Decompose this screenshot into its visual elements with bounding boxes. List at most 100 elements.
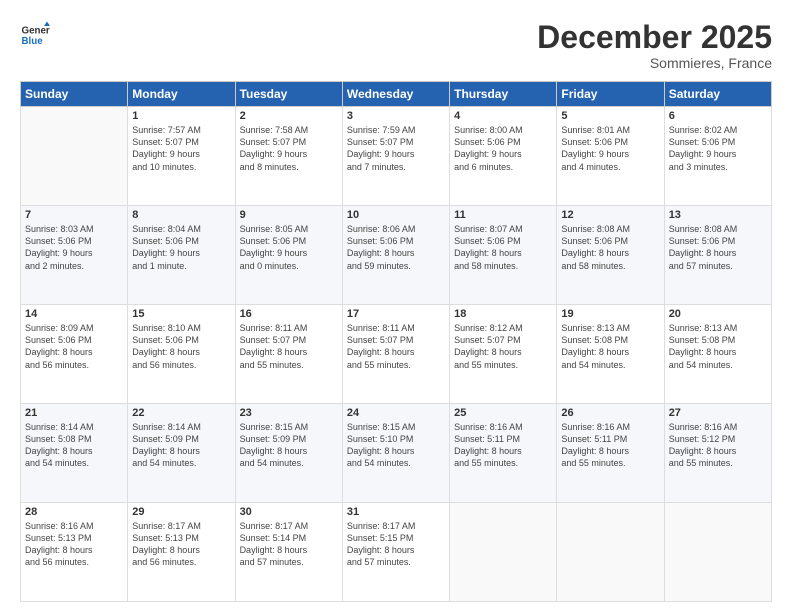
day-info: Sunrise: 8:16 AM Sunset: 5:12 PM Dayligh… — [669, 421, 767, 470]
header-friday: Friday — [557, 82, 664, 107]
day-number: 19 — [561, 308, 659, 320]
day-info: Sunrise: 8:13 AM Sunset: 5:08 PM Dayligh… — [669, 322, 767, 371]
table-row: 2Sunrise: 7:58 AM Sunset: 5:07 PM Daylig… — [235, 107, 342, 206]
day-info: Sunrise: 8:15 AM Sunset: 5:09 PM Dayligh… — [240, 421, 338, 470]
day-info: Sunrise: 8:00 AM Sunset: 5:06 PM Dayligh… — [454, 124, 552, 173]
header-monday: Monday — [128, 82, 235, 107]
calendar-week-3: 14 Sunrise: 8:09 AM Sunset: 5:06 PM Dayli… — [21, 305, 772, 404]
header-wednesday: Wednesday — [342, 82, 449, 107]
day-number: 11 — [454, 209, 552, 221]
table-row: 4 Sunrise: 8:00 AM Sunset: 5:06 PM Daylig… — [450, 107, 557, 206]
table-row: 5 Sunrise: 8:01 AM Sunset: 5:06 PM Daylig… — [557, 107, 664, 206]
table-row: 23 Sunrise: 8:15 AM Sunset: 5:09 PM Dayli… — [235, 404, 342, 503]
day-number: 22 — [132, 407, 230, 419]
table-row: 27 Sunrise: 8:16 AM Sunset: 5:12 PM Dayli… — [664, 404, 771, 503]
table-row: 3Sunrise: 7:59 AM Sunset: 5:07 PM Daylig… — [342, 107, 449, 206]
table-row: 1 Sunrise: 7:57 AM Sunset: 5:07 PM Daylig… — [128, 107, 235, 206]
header-thursday: Thursday — [450, 82, 557, 107]
day-info: Sunrise: 8:16 AM Sunset: 5:13 PM Dayligh… — [25, 520, 123, 569]
table-row — [21, 107, 128, 206]
day-number: 4 — [454, 110, 552, 122]
svg-text:General: General — [22, 26, 51, 37]
day-info: Sunrise: 8:13 AM Sunset: 5:08 PM Dayligh… — [561, 322, 659, 371]
day-number: 24 — [347, 407, 445, 419]
table-row: 9 Sunrise: 8:05 AM Sunset: 5:06 PM Daylig… — [235, 206, 342, 305]
table-row: 26 Sunrise: 8:16 AM Sunset: 5:11 PM Dayli… — [557, 404, 664, 503]
calendar-week-1: 1 Sunrise: 7:57 AM Sunset: 5:07 PM Daylig… — [21, 107, 772, 206]
day-info: Sunrise: 8:17 AM Sunset: 5:13 PM Dayligh… — [132, 520, 230, 569]
day-number: 9 — [240, 209, 338, 221]
day-info: Sunrise: 8:17 AM Sunset: 5:14 PM Dayligh… — [240, 520, 338, 569]
day-info: Sunrise: 8:03 AM Sunset: 5:06 PM Dayligh… — [25, 223, 123, 272]
table-row: 21 Sunrise: 8:14 AM Sunset: 5:08 PM Dayli… — [21, 404, 128, 503]
table-row: 10Sunrise: 8:06 AM Sunset: 5:06 PM Dayli… — [342, 206, 449, 305]
day-number: 25 — [454, 407, 552, 419]
month-title: December 2025 — [537, 20, 772, 55]
day-info: Sunrise: 8:05 AM Sunset: 5:06 PM Dayligh… — [240, 223, 338, 272]
table-row: 28Sunrise: 8:16 AM Sunset: 5:13 PM Dayli… — [21, 503, 128, 602]
day-info: Sunrise: 7:58 AM Sunset: 5:07 PM Dayligh… — [240, 124, 338, 173]
header-saturday: Saturday — [664, 82, 771, 107]
table-row: 17 Sunrise: 8:11 AM Sunset: 5:07 PM Dayli… — [342, 305, 449, 404]
table-row: 31Sunrise: 8:17 AM Sunset: 5:15 PM Dayli… — [342, 503, 449, 602]
day-info: Sunrise: 8:09 AM Sunset: 5:06 PM Dayligh… — [25, 322, 123, 371]
day-number: 1 — [132, 110, 230, 122]
calendar-table: Sunday Monday Tuesday Wednesday Thursday… — [20, 81, 772, 602]
calendar-week-2: 7 Sunrise: 8:03 AM Sunset: 5:06 PM Daylig… — [21, 206, 772, 305]
day-info: Sunrise: 7:57 AM Sunset: 5:07 PM Dayligh… — [132, 124, 230, 173]
table-row: 29 Sunrise: 8:17 AM Sunset: 5:13 PM Dayli… — [128, 503, 235, 602]
table-row: 15 Sunrise: 8:10 AM Sunset: 5:06 PM Dayli… — [128, 305, 235, 404]
table-row — [557, 503, 664, 602]
day-number: 10 — [347, 209, 445, 221]
day-number: 26 — [561, 407, 659, 419]
day-info: Sunrise: 8:01 AM Sunset: 5:06 PM Dayligh… — [561, 124, 659, 173]
day-number: 3 — [347, 110, 445, 122]
day-info: Sunrise: 8:08 AM Sunset: 5:06 PM Dayligh… — [561, 223, 659, 272]
table-row: 30Sunrise: 8:17 AM Sunset: 5:14 PM Dayli… — [235, 503, 342, 602]
day-number: 21 — [25, 407, 123, 419]
table-row: 18 Sunrise: 8:12 AM Sunset: 5:07 PM Dayli… — [450, 305, 557, 404]
day-number: 20 — [669, 308, 767, 320]
day-number: 14 — [25, 308, 123, 320]
subtitle: Sommieres, France — [537, 55, 772, 71]
day-info: Sunrise: 8:16 AM Sunset: 5:11 PM Dayligh… — [561, 421, 659, 470]
day-number: 12 — [561, 209, 659, 221]
table-row: 25 Sunrise: 8:16 AM Sunset: 5:11 PM Dayli… — [450, 404, 557, 503]
day-number: 6 — [669, 110, 767, 122]
table-row: 22Sunrise: 8:14 AM Sunset: 5:09 PM Dayli… — [128, 404, 235, 503]
day-number: 15 — [132, 308, 230, 320]
day-number: 16 — [240, 308, 338, 320]
day-number: 29 — [132, 506, 230, 518]
table-row: 14 Sunrise: 8:09 AM Sunset: 5:06 PM Dayli… — [21, 305, 128, 404]
day-number: 13 — [669, 209, 767, 221]
day-number: 27 — [669, 407, 767, 419]
table-row: 19 Sunrise: 8:13 AM Sunset: 5:08 PM Dayli… — [557, 305, 664, 404]
day-info: Sunrise: 8:12 AM Sunset: 5:07 PM Dayligh… — [454, 322, 552, 371]
day-info: Sunrise: 8:08 AM Sunset: 5:06 PM Dayligh… — [669, 223, 767, 272]
day-number: 31 — [347, 506, 445, 518]
table-row: 24Sunrise: 8:15 AM Sunset: 5:10 PM Dayli… — [342, 404, 449, 503]
day-number: 17 — [347, 308, 445, 320]
day-number: 8 — [132, 209, 230, 221]
svg-text:Blue: Blue — [22, 36, 44, 47]
day-info: Sunrise: 8:02 AM Sunset: 5:06 PM Dayligh… — [669, 124, 767, 173]
day-info: Sunrise: 8:16 AM Sunset: 5:11 PM Dayligh… — [454, 421, 552, 470]
title-block: December 2025 Sommieres, France — [537, 20, 772, 71]
table-row: 8Sunrise: 8:04 AM Sunset: 5:06 PM Daylig… — [128, 206, 235, 305]
day-info: Sunrise: 8:10 AM Sunset: 5:06 PM Dayligh… — [132, 322, 230, 371]
logo-icon: General Blue — [20, 20, 50, 50]
table-row: 13 Sunrise: 8:08 AM Sunset: 5:06 PM Dayli… — [664, 206, 771, 305]
table-row: 20 Sunrise: 8:13 AM Sunset: 5:08 PM Dayli… — [664, 305, 771, 404]
day-number: 23 — [240, 407, 338, 419]
day-number: 18 — [454, 308, 552, 320]
table-row: 7 Sunrise: 8:03 AM Sunset: 5:06 PM Daylig… — [21, 206, 128, 305]
header: General Blue December 2025 Sommieres, Fr… — [20, 20, 772, 71]
header-sunday: Sunday — [21, 82, 128, 107]
day-number: 5 — [561, 110, 659, 122]
calendar-header-row: Sunday Monday Tuesday Wednesday Thursday… — [21, 82, 772, 107]
day-info: Sunrise: 8:14 AM Sunset: 5:08 PM Dayligh… — [25, 421, 123, 470]
day-number: 7 — [25, 209, 123, 221]
day-info: Sunrise: 8:07 AM Sunset: 5:06 PM Dayligh… — [454, 223, 552, 272]
day-info: Sunrise: 8:11 AM Sunset: 5:07 PM Dayligh… — [347, 322, 445, 371]
header-tuesday: Tuesday — [235, 82, 342, 107]
